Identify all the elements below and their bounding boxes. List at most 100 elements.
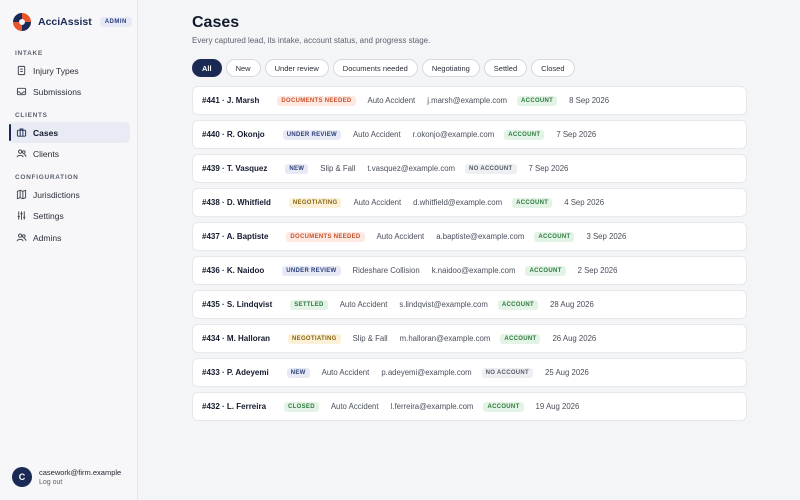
status-badge: UNDER REVIEW [282,129,341,140]
case-email: r.okonjo@example.com [412,130,495,139]
logout-link[interactable]: Log out [39,479,121,486]
case-date: 7 Sep 2026 [528,164,569,173]
tag-icon [16,65,27,76]
sidebar-item-label: Clients [33,148,59,159]
case-id: #433 · P. Adeyemi [202,368,269,377]
page-title: Cases [192,14,240,31]
admins-icon [16,232,27,243]
case-type: Rideshare Collision [352,266,420,275]
nav-section-intake: INTAKE [15,50,43,57]
admin-badge: ADMIN [99,17,132,27]
status-badge: SETTLED [290,299,328,310]
filter-chip-negotiating[interactable]: Negotiating [421,59,480,77]
case-date: 26 Aug 2026 [552,334,597,343]
users-icon [16,148,27,159]
filter-chip-all[interactable]: All [192,59,222,77]
case-email: s.lindqvist@example.com [399,300,488,309]
account-badge: NO ACCOUNT [465,163,517,174]
sidebar-item-injury-types[interactable]: Injury Types [9,60,130,81]
inbox-icon [16,86,27,97]
case-row[interactable]: #440 · R. Okonjo UNDER REVIEW Auto Accid… [192,120,747,149]
case-id: #432 · L. Ferreira [202,402,267,411]
account-badge: ACCOUNT [483,401,524,412]
case-row[interactable]: #437 · A. Baptiste DOCUMENTS NEEDED Auto… [192,222,747,251]
account-badge: ACCOUNT [525,265,566,276]
account-badge: ACCOUNT [512,197,553,208]
case-date: 2 Sep 2026 [577,266,618,275]
filter-chip-closed[interactable]: Closed [531,59,575,77]
sidebar-item-label: Settings [33,210,64,221]
case-row[interactable]: #441 · J. Marsh DOCUMENTS NEEDED Auto Ac… [192,86,747,115]
case-row[interactable]: #439 · T. Vasquez NEW Slip & Fall t.vasq… [192,154,747,183]
case-type: Auto Accident [352,130,401,139]
case-row[interactable]: #438 · D. Whitfield NEGOTIATING Auto Acc… [192,188,747,217]
case-email: j.marsh@example.com [427,96,508,105]
case-id: #441 · J. Marsh [202,96,260,105]
account-badge: ACCOUNT [500,333,541,344]
status-badge: NEW [286,367,310,378]
case-row[interactable]: #436 · K. Naidoo UNDER REVIEW Rideshare … [192,256,747,285]
case-id: #435 · S. Lindqvist [202,300,273,309]
case-row[interactable]: #433 · P. Adeyemi NEW Auto Accident p.ad… [192,358,747,387]
case-id: #438 · D. Whitfield [202,198,271,207]
sidebar-item-jurisdictions[interactable]: Jurisdictions [9,184,130,205]
status-badge: NEW [285,163,309,174]
filter-chip-settled[interactable]: Settled [483,59,528,77]
brand-logo-icon [13,13,31,31]
brand-name: AcciAssist [38,16,92,28]
sidebar-item-settings[interactable]: Settings [9,205,130,226]
status-badge: NEGOTIATING [288,333,341,344]
case-type: Auto Accident [376,232,425,241]
sidebar-item-cases[interactable]: Cases [9,122,130,143]
map-icon [16,189,27,200]
status-badge: UNDER REVIEW [282,265,341,276]
case-id: #439 · T. Vasquez [202,164,268,173]
case-date: 4 Sep 2026 [564,198,605,207]
case-type: Auto Accident [367,96,416,105]
case-email: p.adeyemi@example.com [381,368,472,377]
case-type: Auto Accident [321,368,370,377]
sidebar-item-label: Injury Types [33,65,79,76]
status-badge: DOCUMENTS NEEDED [286,231,365,242]
case-id: #437 · A. Baptiste [202,232,269,241]
filter-chip-under-review[interactable]: Under review [264,59,329,77]
case-date: 7 Sep 2026 [556,130,597,139]
case-date: 8 Sep 2026 [569,96,610,105]
filter-chip-new[interactable]: New [225,59,261,77]
status-badge: DOCUMENTS NEEDED [277,95,356,106]
account-badge: ACCOUNT [517,95,558,106]
sidebar-item-label: Cases [33,127,59,138]
case-type: Auto Accident [330,402,379,411]
case-row[interactable]: #434 · M. Halloran NEGOTIATING Slip & Fa… [192,324,747,353]
account-badge: ACCOUNT [497,299,538,310]
sidebar: AcciAssist ADMIN INTAKE Injury Types Sub… [0,0,138,500]
case-email: a.baptiste@example.com [436,232,525,241]
case-email: k.naidoo@example.com [431,266,516,275]
sidebar-item-label: Admins [33,232,62,243]
case-type: Slip & Fall [352,334,388,343]
status-filters: All New Under review Documents needed Ne… [192,59,579,77]
account-badge: NO ACCOUNT [481,367,534,378]
case-type: Auto Accident [339,300,388,309]
case-type: Auto Accident [353,198,402,207]
account-badge: ACCOUNT [504,129,545,140]
case-email: m.halloran@example.com [399,334,491,343]
nav-section-clients: CLIENTS [15,112,48,119]
case-row[interactable]: #435 · S. Lindqvist SETTLED Auto Acciden… [192,290,747,319]
briefcase-icon [16,127,27,138]
status-badge: NEGOTIATING [288,197,342,208]
sidebar-item-submissions[interactable]: Submissions [9,81,130,102]
sidebar-item-clients[interactable]: Clients [9,143,130,164]
sidebar-item-label: Jurisdictions [33,189,80,200]
avatar[interactable]: C [12,467,32,487]
filter-chip-documents-needed[interactable]: Documents needed [332,59,418,77]
case-email: d.whitfield@example.com [413,198,503,207]
sliders-icon [16,210,27,221]
sidebar-item-admins[interactable]: Admins [9,227,130,248]
brand[interactable]: AcciAssist ADMIN [12,12,132,32]
case-row[interactable]: #432 · L. Ferreira CLOSED Auto Accident … [192,392,747,421]
user-menu: C casework@firm.example Log out [12,467,121,487]
case-date: 19 Aug 2026 [535,402,580,411]
case-email: t.vasquez@example.com [367,164,456,173]
sidebar-item-label: Submissions [33,86,82,97]
